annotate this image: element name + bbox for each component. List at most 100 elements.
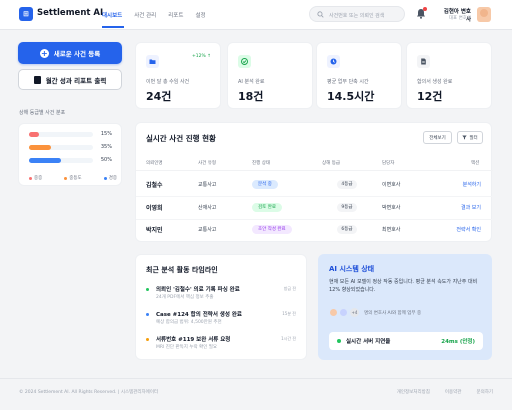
case-status-table: 실시간 사건 진행 현황 전체보기 필터 의뢰인명 사건 유형 진행 상태 상해… (135, 122, 493, 242)
timeline-dot (146, 338, 149, 341)
avatar (329, 308, 338, 317)
row-case-type: 교통사고 (198, 227, 217, 233)
avatar-face (480, 9, 488, 17)
more-users-badge: +4 (350, 308, 359, 317)
bar-percent-moderate: 35% (100, 144, 112, 150)
legend-dot-severe (29, 176, 32, 180)
footer-divider (0, 378, 512, 379)
grade-badge: 6등급 (337, 225, 357, 234)
stat-label: AI 분석 완료 (238, 79, 265, 85)
timeline-dot (146, 313, 149, 316)
bar-fill-severe (29, 132, 39, 137)
monthly-report-button[interactable]: 월간 성과 리포트 출력 (18, 69, 122, 90)
report-icon (33, 75, 41, 84)
row-divider (136, 219, 493, 220)
timeline-item-time: 방금 전 (283, 286, 296, 291)
header-divider (136, 170, 493, 171)
stat-card-monthly-cases: +12% ↑ 이번 달 총 수임 사건 24건 (135, 42, 221, 109)
timeline-item-title[interactable]: Case #124 합의 전략서 생성 완료 (156, 310, 242, 318)
search-icon (317, 11, 324, 18)
notification-dot (423, 7, 427, 11)
latency-value: 24ms (안정) (441, 339, 475, 345)
avatar[interactable] (477, 7, 491, 22)
stat-card-ai-analysis: AI 분석 완료 18건 (227, 42, 313, 109)
stat-value: 24건 (146, 90, 172, 103)
top-header: ⊞ Settlement AI 대시보드 사건 관리 리포트 설정 사건번호 또… (0, 0, 512, 30)
legend-mild: 경증 (103, 175, 117, 181)
bar-fill-moderate (29, 145, 52, 150)
legend-label-moderate: 중등도 (69, 176, 82, 181)
stat-value: 12건 (417, 90, 443, 103)
timeline-item-title[interactable]: 서류번호 #119 보완 서류 요청 (156, 335, 230, 343)
clock-icon (327, 55, 340, 68)
latency-label: 실시간 서버 지연율 (346, 339, 391, 345)
stat-label: 이번 달 총 수임 사건 (146, 79, 190, 85)
nav-active-indicator (102, 26, 124, 28)
timeline-item-sub: 24개 PDF에서 핵심 정보 추출 (156, 295, 214, 300)
bar-track-moderate (29, 145, 93, 150)
th-owner: 담당자 (382, 161, 395, 166)
footer-copyright: © 2024 Settlement AI. All Rights Reserve… (19, 390, 159, 395)
status-dot-icon (337, 339, 341, 343)
legend-moderate: 중등도 (64, 175, 82, 181)
latency-status: 실시간 서버 지연율 24ms (안정) (329, 332, 483, 350)
app-title[interactable]: Settlement AI (37, 8, 103, 18)
stat-badge: +12% ↑ (192, 54, 211, 59)
row-client-name: 김철수 (146, 182, 163, 189)
bar-fill-mild (29, 158, 61, 163)
nav-cases[interactable]: 사건 관리 (134, 11, 156, 19)
timeline-item-sub: MRI 진단 판독지 누락 확인 필요 (156, 345, 218, 350)
view-all-button[interactable]: 전체보기 (423, 131, 452, 144)
strategy-action-link[interactable]: 전략서 확인 (456, 226, 481, 233)
footer-link-contact[interactable]: 문의하기 (476, 389, 493, 395)
grade-badge: 9등급 (337, 203, 357, 212)
row-case-type: 교통사고 (198, 182, 217, 188)
ai-status-description: 현재 모든 AI 모델이 정상 작동 중입니다. 평균 분석 속도가 지난주 대… (329, 279, 478, 293)
nav-settings[interactable]: 설정 (195, 11, 205, 19)
timeline-item-title[interactable]: 의뢰인 '김철수' 의료 기록 파싱 완료 (156, 285, 240, 293)
footer-links: 개인정보처리방침 이용약관 문의하기 (397, 389, 493, 395)
document-icon (417, 55, 430, 68)
ai-status-title: AI 시스템 상태 (329, 265, 375, 273)
nav-dashboard[interactable]: 대시보드 (102, 11, 122, 19)
legend-label-mild: 경증 (108, 176, 117, 181)
th-type: 사건 유형 (198, 161, 216, 166)
analysis-timeline-card: 최근 분석 활동 타임라인 의뢰인 '김철수' 의료 기록 파싱 완료 24개 … (135, 254, 307, 360)
check-circle-icon (238, 55, 251, 68)
stat-value: 18건 (238, 90, 264, 103)
row-divider (136, 196, 493, 197)
monthly-report-label: 월간 성과 리포트 출력 (45, 76, 107, 85)
status-badge: 분석 중 (252, 180, 278, 189)
status-badge: 검토 완료 (252, 203, 282, 212)
bar-percent-mild: 50% (100, 157, 112, 163)
filter-button[interactable]: 필터 (457, 131, 483, 144)
new-case-button[interactable]: + 새로운 사건 등록 (18, 42, 122, 64)
th-client: 의뢰인명 (146, 161, 163, 166)
app-logo-icon[interactable]: ⊞ (19, 7, 33, 21)
footer-link-privacy[interactable]: 개인정보처리방침 (397, 389, 430, 395)
footer-link-terms[interactable]: 이용약관 (445, 389, 462, 395)
injury-legend: 중증 중등도 경증 (29, 175, 117, 181)
folder-icon (146, 55, 159, 68)
th-action: 액션 (471, 161, 480, 166)
plus-icon: + (39, 48, 49, 58)
legend-dot-moderate (64, 176, 68, 180)
user-role: 대표 변호사 (448, 16, 471, 21)
row-case-type: 산재사고 (198, 205, 217, 211)
row-owner: 박변호사 (382, 205, 401, 211)
stat-value: 14.5시간 (327, 90, 375, 103)
th-status: 진행 상태 (252, 161, 270, 166)
main-nav: 대시보드 사건 관리 리포트 설정 (102, 11, 206, 19)
stat-card-time-saved: 평균 업무 단축 시간 14.5시간 (316, 42, 402, 109)
search-input[interactable]: 사건번호 또는 의뢰인 검색 (309, 6, 405, 22)
ai-status-card: AI 시스템 상태 현재 모든 AI 모델이 정상 작동 중입니다. 평균 분석… (318, 254, 492, 360)
timeline-item-time: 15분 전 (282, 311, 296, 316)
stat-label: 평균 업무 단축 시간 (327, 79, 369, 85)
analyze-action-link[interactable]: 분석하기 (463, 181, 481, 188)
view-result-action-link[interactable]: 결과 보기 (461, 204, 481, 211)
row-owner: 이변호사 (382, 182, 401, 188)
bar-percent-severe: 15% (100, 131, 112, 137)
row-client-name: 박지민 (146, 227, 163, 234)
grade-badge: 4등급 (337, 180, 357, 189)
nav-reports[interactable]: 리포트 (168, 11, 183, 19)
